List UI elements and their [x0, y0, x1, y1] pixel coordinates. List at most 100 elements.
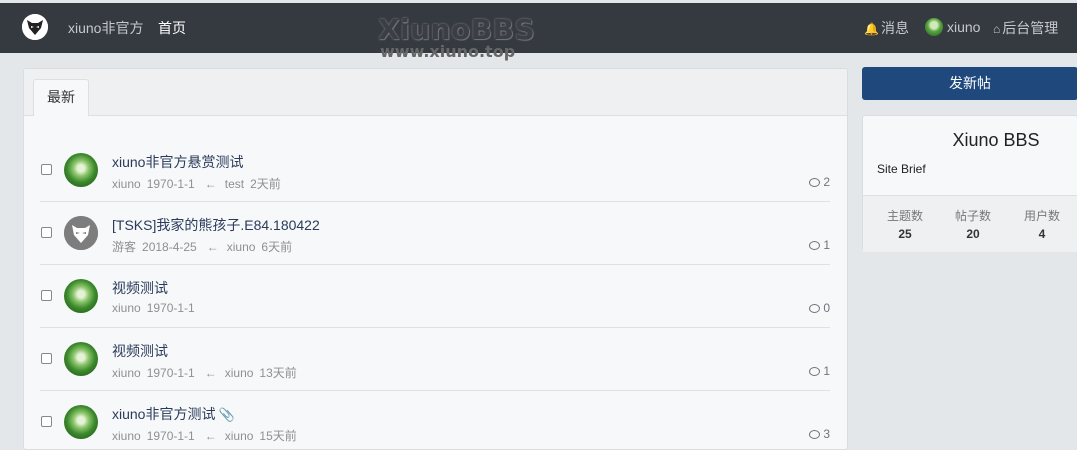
nav-messages-label: 消息	[880, 20, 909, 36]
thread-title-link[interactable]: 视频测试	[112, 278, 168, 298]
home-icon: ⌂	[993, 22, 1001, 36]
thread-author-avatar[interactable]	[64, 279, 98, 313]
last-reply-user[interactable]: xiuno	[227, 240, 256, 254]
site-stats: 主题数 25 帖子数 20 用户数 4	[863, 195, 1077, 252]
site-info-card: Xiuno BBS Site Brief 主题数 25 帖子数 20 用户数 4	[862, 115, 1077, 252]
reply-count: 0	[809, 301, 830, 315]
bell-icon: 🔔	[864, 22, 879, 36]
comment-icon	[809, 178, 821, 187]
thread-date: 2018-4-25	[142, 240, 197, 254]
reply-count: 3	[809, 427, 830, 441]
last-reply-time: 6天前	[261, 240, 293, 254]
thread-meta: xiuno 1970-1-1 ← test 2天前	[112, 175, 287, 192]
thread-title: xiuno非官方悬赏测试	[112, 154, 244, 170]
reply-count: 1	[809, 364, 830, 378]
thread-title: 视频测试	[112, 280, 168, 296]
watermark-title: XiunoBBS	[378, 13, 536, 46]
thread-author[interactable]: xiuno	[112, 366, 141, 380]
thread-title: xiuno非官方测试	[112, 406, 216, 422]
thread-row[interactable]: 视频测试 xiuno 1970-1-1 0	[24, 265, 847, 328]
thread-author-avatar[interactable]	[64, 342, 98, 376]
nav-admin-label: 后台管理	[1002, 20, 1059, 36]
reply-count-value: 0	[823, 301, 830, 315]
thread-row[interactable]: 视频测试 xiuno 1970-1-1 ← xiuno 13天前 1	[24, 328, 847, 391]
thread-row[interactable]: xiuno非官方测试 📎 xiuno 1970-1-1 ← xiuno 15天前 3	[24, 391, 847, 449]
last-reply-arrow: ←	[206, 240, 219, 254]
thread-author[interactable]: xiuno	[112, 177, 141, 191]
thread-title-link[interactable]: xiuno非官方悬赏测试	[112, 152, 243, 172]
thread-list-card: 最新 xiuno非官方悬赏测试 xiuno 1970-1-1 ← test 2天前 2 [TS…	[23, 68, 848, 450]
last-reply-time: 15天前	[259, 429, 297, 443]
thread-checkbox[interactable]	[41, 227, 52, 238]
comment-icon	[809, 241, 821, 250]
thread-checkbox[interactable]	[41, 164, 52, 175]
nav-messages-link[interactable]: 🔔 消息	[864, 18, 909, 38]
thread-date: 1970-1-1	[146, 177, 195, 191]
thread-title-link[interactable]: xiuno非官方测试 📎	[112, 404, 235, 424]
thread-date: 1970-1-1	[146, 301, 195, 315]
stat-users: 用户数 4	[1012, 207, 1072, 241]
last-reply-user[interactable]: xiuno	[225, 429, 254, 443]
user-avatar	[925, 18, 943, 36]
stat-users-label: 用户数	[1023, 209, 1060, 223]
nav-user-label: xiuno	[947, 19, 981, 35]
last-reply-arrow: ←	[204, 429, 217, 443]
last-reply-time: 13天前	[259, 366, 297, 380]
tab-latest[interactable]: 最新	[33, 79, 89, 116]
thread-title-link[interactable]: [TSKS]我家的熊孩子.E84.180422	[112, 215, 320, 235]
attachment-icon: 📎	[218, 407, 235, 422]
last-reply-arrow: ←	[204, 177, 217, 191]
thread-date: 1970-1-1	[146, 366, 195, 380]
thread-checkbox[interactable]	[41, 290, 52, 301]
thread-author-avatar[interactable]	[64, 405, 98, 439]
stat-threads-value: 25	[898, 227, 912, 241]
last-reply-user[interactable]: test	[225, 177, 244, 191]
stat-threads: 主题数 25	[875, 207, 935, 241]
reply-count-value: 1	[823, 238, 830, 252]
stat-posts-label: 帖子数	[954, 209, 991, 223]
thread-author[interactable]: 游客	[112, 240, 136, 254]
thread-title: 视频测试	[112, 343, 168, 359]
reply-count: 2	[809, 175, 830, 189]
card-header: 最新	[24, 69, 847, 116]
comment-icon	[809, 367, 821, 376]
watermark-url: www.xiuno.top	[380, 42, 516, 61]
thread-author-avatar[interactable]	[64, 153, 98, 187]
reply-count-value: 3	[823, 427, 830, 441]
reply-count-value: 2	[823, 175, 830, 189]
last-reply-time: 2天前	[250, 177, 281, 191]
thread-author[interactable]: xiuno	[112, 429, 141, 443]
site-name: Xiuno BBS	[952, 130, 1040, 150]
thread-meta: xiuno 1970-1-1 ← xiuno 13天前	[112, 364, 303, 381]
stat-threads-label: 主题数	[886, 209, 923, 223]
reply-count-value: 1	[823, 364, 830, 378]
site-brief: Site Brief	[877, 162, 926, 176]
last-reply-user[interactable]: xiuno	[225, 366, 254, 380]
thread-meta: xiuno 1970-1-1 ← xiuno 15天前	[112, 427, 303, 444]
reply-count: 1	[809, 238, 830, 252]
comment-icon	[809, 304, 821, 313]
thread-checkbox[interactable]	[41, 353, 52, 364]
new-thread-button[interactable]: 发新帖	[862, 67, 1077, 100]
last-reply-arrow: ←	[204, 366, 217, 380]
thread-author[interactable]: xiuno	[112, 301, 141, 315]
site-logo-icon[interactable]	[22, 14, 48, 40]
stat-users-value: 4	[1038, 227, 1046, 241]
nav-admin-link[interactable]: ⌂ 后台管理	[993, 18, 1058, 38]
nav-user-link[interactable]: xiuno	[925, 18, 980, 36]
stat-posts: 帖子数 20	[943, 207, 1003, 241]
stat-posts-value: 20	[966, 227, 980, 241]
thread-title: [TSKS]我家的熊孩子.E84.180422	[112, 217, 320, 233]
thread-date: 1970-1-1	[146, 429, 195, 443]
nav-brand-link[interactable]: xiuno非官方	[68, 18, 143, 38]
watermark: XiunoBBS www.xiuno.top	[378, 15, 538, 61]
thread-meta: xiuno 1970-1-1	[112, 301, 201, 315]
thread-meta: 游客 2018-4-25 ← xiuno 6天前	[112, 238, 298, 255]
thread-checkbox[interactable]	[41, 416, 52, 427]
nav-home-link[interactable]: 首页	[158, 18, 186, 38]
thread-row[interactable]: [TSKS]我家的熊孩子.E84.180422 游客 2018-4-25 ← xiuno…	[24, 202, 847, 265]
thread-row[interactable]: xiuno非官方悬赏测试 xiuno 1970-1-1 ← test 2天前 2	[24, 139, 847, 202]
thread-author-avatar[interactable]	[64, 216, 98, 250]
thread-title-link[interactable]: 视频测试	[112, 341, 168, 361]
top-navbar: xiuno非官方 首页 XiunoBBS www.xiuno.top 🔔 消息 x…	[0, 0, 1077, 61]
